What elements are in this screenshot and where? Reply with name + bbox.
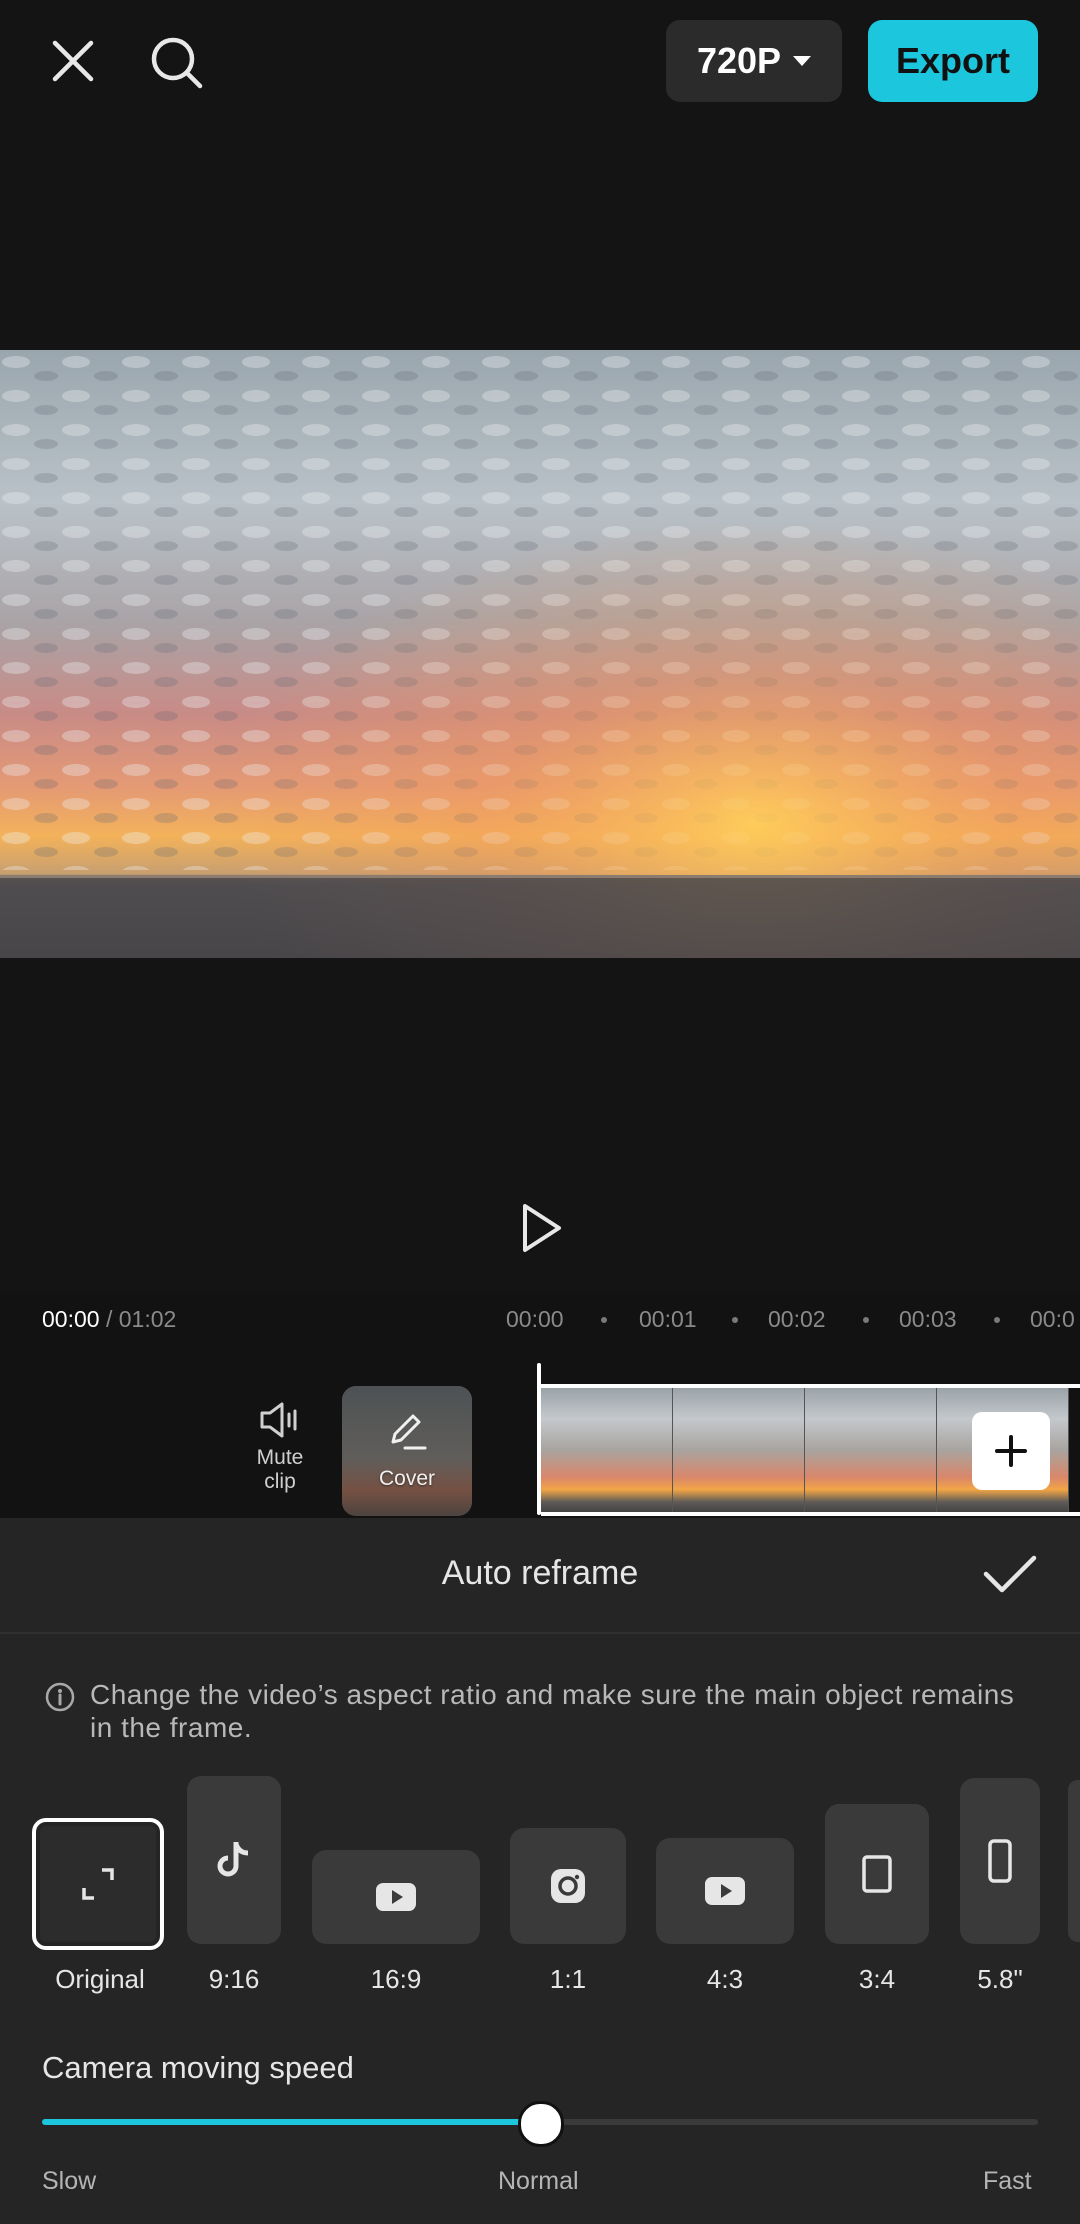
clip-thumbnail — [805, 1388, 937, 1512]
speed-label-slow: Slow — [42, 2167, 97, 2195]
video-preview[interactable] — [0, 350, 1080, 958]
clip-thumbnail — [673, 1388, 805, 1512]
ratio-label-3-4: 3:4 — [858, 1964, 896, 1994]
panel-title: Auto reframe — [441, 1554, 639, 1592]
speed-title: Camera moving speed — [42, 2050, 354, 2085]
ratio-9-16[interactable] — [187, 1776, 281, 1944]
mute-clip-label: Mute clip — [256, 1446, 304, 1493]
ruler-dot — [994, 1317, 1000, 1323]
search-icon[interactable] — [146, 32, 208, 94]
close-icon[interactable] — [44, 32, 102, 90]
confirm-check-icon[interactable] — [982, 1552, 1038, 1596]
speed-slider-fill — [42, 2119, 539, 2125]
cover-label: Cover — [378, 1466, 436, 1490]
chevron-down-icon — [793, 56, 812, 66]
ruler-dot — [863, 1317, 869, 1323]
ratio-label-1-1: 1:1 — [549, 1964, 587, 1994]
ratio-more-partial[interactable] — [1068, 1780, 1080, 1942]
ratio-16-9[interactable] — [312, 1850, 480, 1944]
resolution-label: 720P — [696, 40, 782, 81]
ratio-label-4-3: 4:3 — [706, 1964, 744, 1994]
info-text: Change the video’s aspect ratio and make… — [90, 1679, 1015, 1743]
sunset-video-frame — [0, 350, 1080, 958]
ratio-label-original: Original — [55, 1964, 145, 1994]
ratio-label-9-16: 9:16 — [208, 1964, 260, 1994]
speed-slider-thumb[interactable] — [518, 2101, 564, 2147]
time-display: 00:00 / 01:02 — [42, 1306, 176, 1333]
play-icon[interactable] — [515, 1200, 565, 1256]
tiktok-icon — [217, 1842, 249, 1877]
divider — [0, 1632, 1080, 1634]
ruler-tick-1: 00:01 — [639, 1306, 697, 1332]
speed-label-fast: Fast — [983, 2167, 1032, 2195]
cover-button[interactable]: Cover — [342, 1386, 472, 1516]
mute-clip-button[interactable]: Mute clip — [240, 1400, 320, 1494]
ruler-tick-4: 00:0 — [1030, 1306, 1075, 1332]
ratio-5-8[interactable] — [960, 1778, 1040, 1944]
total-time: / 01:02 — [105, 1306, 177, 1332]
youtube-icon — [376, 1883, 416, 1911]
pencil-icon — [385, 1412, 429, 1457]
speed-label-normal: Normal — [498, 2167, 579, 2195]
clip-thumbnail — [541, 1388, 673, 1512]
info-icon — [44, 1681, 76, 1713]
ratio-label-16-9: 16:9 — [370, 1964, 422, 1994]
phone-rect-icon — [988, 1839, 1012, 1883]
reframe-corners-icon — [82, 1868, 114, 1900]
add-clip-button[interactable] — [972, 1412, 1050, 1490]
ruler-dot — [601, 1317, 607, 1323]
instagram-icon — [551, 1869, 585, 1903]
playhead[interactable] — [537, 1363, 541, 1515]
ratio-original[interactable] — [32, 1818, 164, 1950]
ruler-tick-0: 00:00 — [506, 1306, 564, 1332]
ruler-tick-2: 00:02 — [768, 1306, 826, 1332]
resolution-dropdown[interactable]: 720P — [666, 20, 842, 102]
ratio-3-4[interactable] — [825, 1804, 929, 1944]
ratio-label-5-8: 5.8" — [977, 1964, 1023, 1994]
plus-icon — [995, 1435, 1027, 1467]
top-bar: 720P Export — [0, 0, 1080, 130]
export-button[interactable]: Export — [868, 20, 1038, 102]
ruler-dot — [732, 1317, 738, 1323]
portrait-rect-icon — [862, 1855, 892, 1893]
current-time: 00:00 — [42, 1306, 100, 1332]
ratio-1-1[interactable] — [510, 1828, 626, 1944]
ratio-4-3[interactable] — [656, 1838, 794, 1944]
youtube-icon — [705, 1877, 745, 1905]
ruler-tick-3: 00:03 — [899, 1306, 957, 1332]
speaker-icon — [240, 1400, 320, 1446]
